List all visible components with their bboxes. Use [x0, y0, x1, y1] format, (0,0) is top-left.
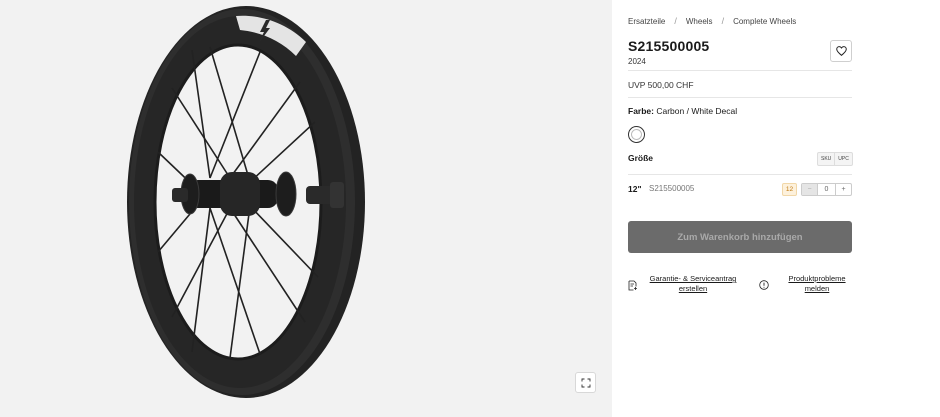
heart-icon — [835, 46, 847, 56]
fullscreen-button[interactable] — [575, 372, 596, 393]
divider — [628, 70, 852, 71]
add-to-cart-button[interactable]: Zum Warenkorb hinzufügen — [628, 221, 852, 253]
breadcrumb-separator: / — [721, 16, 725, 26]
quantity-stepper: − 0 + — [801, 183, 852, 196]
breadcrumb-item-complete-wheels[interactable]: Complete Wheels — [733, 17, 796, 26]
color-swatch-carbon-white[interactable] — [628, 126, 645, 143]
toggle-sku[interactable]: SKU — [818, 153, 834, 165]
product-problems-link[interactable]: Produktprobleme melden — [759, 274, 852, 294]
wishlist-button[interactable] — [830, 40, 852, 62]
stock-badge: 12 — [782, 183, 797, 196]
breadcrumb: Ersatzteile / Wheels / Complete Wheels — [628, 16, 796, 26]
product-problems-link-text[interactable]: Produktprobleme melden — [783, 274, 851, 294]
size-label: Größe — [628, 153, 654, 163]
product-year: 2024 — [628, 57, 646, 66]
warranty-link[interactable]: Garantie- & Serviceantrag erstellen — [628, 274, 743, 294]
toggle-upc[interactable]: UPC — [834, 153, 852, 165]
divider — [628, 97, 852, 98]
warranty-link-text[interactable]: Garantie- & Serviceantrag erstellen — [643, 274, 743, 294]
color-label: Farbe: — [628, 106, 654, 116]
color-selection-label: Farbe: Carbon / White Decal — [628, 106, 737, 116]
size-sku: S215500005 — [649, 184, 695, 193]
quantity-decrease-button[interactable]: − — [802, 184, 817, 195]
size-row: 12" S215500005 12 − 0 + — [628, 183, 852, 197]
info-circle-icon — [759, 280, 769, 290]
breadcrumb-item-ersatzteile[interactable]: Ersatzteile — [628, 17, 665, 26]
divider — [628, 174, 852, 175]
sku-upc-toggle: SKU UPC — [817, 152, 853, 166]
document-plus-icon — [628, 280, 637, 291]
expand-icon — [581, 378, 590, 387]
quantity-input[interactable]: 0 — [817, 184, 836, 195]
color-value: Carbon / White Decal — [656, 106, 738, 116]
breadcrumb-separator: / — [674, 16, 677, 26]
product-title: S215500005 — [628, 38, 710, 54]
product-gallery — [0, 0, 612, 417]
product-image-wheel — [127, 6, 365, 398]
size-value: 12" — [628, 184, 642, 194]
quantity-increase-button[interactable]: + — [836, 184, 851, 195]
breadcrumb-item-wheels[interactable]: Wheels — [686, 17, 713, 26]
product-price: UVP 500,00 CHF — [628, 80, 694, 90]
service-links: Garantie- & Serviceantrag erstellen Prod… — [628, 274, 852, 296]
